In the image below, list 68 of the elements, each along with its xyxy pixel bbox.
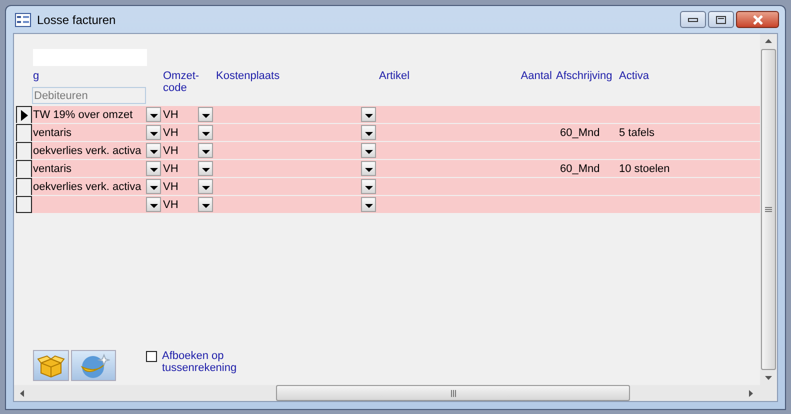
dropdown-button[interactable]: [146, 161, 161, 176]
maximize-icon: [716, 16, 726, 24]
minimize-button[interactable]: [680, 11, 706, 28]
window-title: Losse facturen: [37, 12, 116, 26]
table-cell: VH: [163, 144, 178, 156]
dropdown-button[interactable]: [198, 179, 213, 194]
dropdown-button[interactable]: [198, 161, 213, 176]
table-cell: 10 stoelen: [619, 162, 670, 174]
scroll-right-icon[interactable]: [749, 390, 753, 396]
table-cell: 60_Mnd: [560, 162, 600, 174]
scroll-left-icon[interactable]: [20, 390, 24, 396]
minimize-icon: [688, 18, 698, 22]
table-cell: VH: [163, 180, 178, 192]
table-cell: oekverlies verk. activa: [33, 144, 142, 156]
table-cell: oekverlies verk. activa: [33, 180, 142, 192]
column-header: Kostenplaats: [215, 70, 281, 84]
close-button[interactable]: [736, 11, 779, 28]
table-cell: VH: [163, 108, 178, 120]
grip-icon: [765, 207, 772, 212]
vertical-scrollbar[interactable]: [760, 34, 777, 385]
filter-field[interactable]: Debiteuren: [32, 87, 146, 104]
record-selector[interactable]: [16, 124, 32, 141]
form-icon: [15, 12, 31, 26]
table-cell: 5 tafels: [619, 126, 654, 138]
table-cell: VH: [163, 162, 178, 174]
record-selector[interactable]: [16, 142, 32, 159]
dropdown-button[interactable]: [198, 107, 213, 122]
dropdown-button[interactable]: [146, 179, 161, 194]
table-cell: ventaris: [33, 126, 72, 138]
dropdown-button[interactable]: [146, 197, 161, 212]
table-cell: VH: [163, 126, 178, 138]
record-selector[interactable]: [16, 160, 32, 177]
dropdown-button[interactable]: [146, 107, 161, 122]
column-header: Activa: [618, 70, 650, 84]
checkbox[interactable]: [146, 351, 157, 362]
table-cell: TW 19% over omzet: [33, 108, 133, 120]
column-header: Aantal: [520, 70, 553, 84]
box-button[interactable]: [33, 350, 69, 381]
dropdown-button[interactable]: [146, 125, 161, 140]
record-selector[interactable]: [16, 196, 32, 213]
dropdown-button[interactable]: [361, 125, 376, 140]
checkbox-label: Afboeken op tussenrekening: [162, 350, 238, 374]
table-cell: VH: [163, 198, 178, 210]
column-header: Artikel: [378, 70, 411, 84]
dropdown-button[interactable]: [361, 197, 376, 212]
table-cell: ventaris: [33, 162, 72, 174]
column-header: Afschrijving: [555, 70, 614, 84]
column-header: Omzet-code: [162, 70, 197, 96]
current-row-icon: [20, 110, 28, 120]
scroll-up-icon[interactable]: [765, 39, 772, 43]
dropdown-button[interactable]: [361, 143, 376, 158]
dropdown-button[interactable]: [198, 197, 213, 212]
record-selector[interactable]: [16, 178, 32, 195]
close-icon: [752, 14, 764, 24]
dropdown-button[interactable]: [361, 107, 376, 122]
box-icon: [37, 354, 65, 378]
scroll-down-icon[interactable]: [765, 376, 772, 380]
maximize-button[interactable]: [708, 11, 734, 28]
table-cell: 60_Mnd: [560, 126, 600, 138]
column-header: g: [32, 70, 40, 83]
horizontal-scrollbar[interactable]: [14, 385, 777, 401]
dropdown-button[interactable]: [198, 125, 213, 140]
record-selector[interactable]: [16, 106, 32, 123]
dropdown-button[interactable]: [361, 179, 376, 194]
grip-icon: [450, 390, 456, 396]
dropdown-button[interactable]: [198, 143, 213, 158]
dropdown-button[interactable]: [361, 161, 376, 176]
dropdown-button[interactable]: [146, 143, 161, 158]
